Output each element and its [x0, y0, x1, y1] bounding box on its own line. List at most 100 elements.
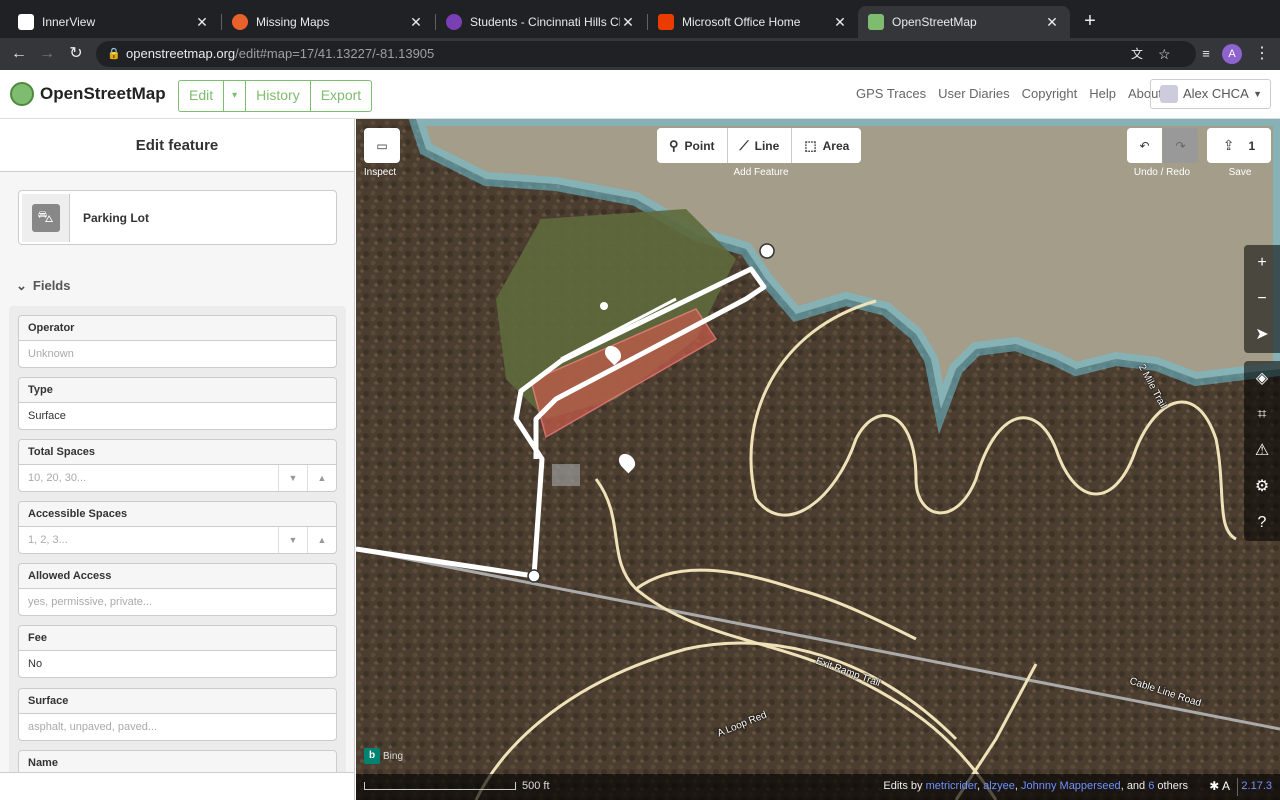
close-icon[interactable]: ✕ — [1044, 14, 1060, 31]
tab-office[interactable]: Microsoft Office Home ✕ — [648, 6, 858, 38]
increment-icon[interactable]: ▲ — [307, 527, 336, 553]
site-name: OpenStreetMap — [40, 84, 166, 103]
version-link[interactable]: 2.17.3 — [1241, 780, 1272, 792]
field-fee: Fee No — [18, 625, 337, 678]
background-layers-icon[interactable]: ◈ — [1244, 361, 1280, 397]
help-link[interactable]: Help — [1089, 86, 1116, 101]
inspect-toggle-button[interactable]: ▭ — [364, 128, 400, 163]
vertex-point[interactable] — [600, 302, 608, 310]
inspect-label: Inspect — [363, 167, 397, 178]
others-label: others — [1157, 780, 1188, 792]
students-favicon-icon — [446, 14, 462, 30]
field-type: Type Surface — [18, 377, 337, 430]
vertex-point[interactable] — [759, 243, 775, 259]
browser-menu-icon[interactable]: ⋮ — [1252, 44, 1272, 64]
edit-tools-group: Edit ▾ History Export — [178, 80, 373, 112]
line-label: Line — [754, 138, 780, 153]
history-button[interactable]: History — [246, 81, 311, 111]
user-menu-button[interactable]: Alex CHCA ▼ — [1150, 79, 1271, 109]
back-arrow-icon[interactable]: ← — [9, 44, 29, 64]
copyright-link[interactable]: Copyright — [1022, 86, 1078, 101]
increment-icon[interactable]: ▲ — [307, 465, 336, 491]
tab-title: Missing Maps — [256, 15, 330, 29]
help-icon[interactable]: ? — [1244, 505, 1280, 541]
upload-icon: ⇪ — [1222, 137, 1235, 153]
close-icon[interactable]: ✕ — [832, 14, 848, 31]
add-feature-toolbar: ⚲ Point ⟋ Line ⬚ Area — [657, 128, 862, 163]
allowed-access-input[interactable]: yes, permissive, private... — [19, 589, 336, 616]
tab-openstreetmap[interactable]: OpenStreetMap ✕ — [858, 6, 1070, 38]
close-icon[interactable]: ✕ — [408, 14, 424, 31]
issues-warning-icon[interactable]: ⚠ — [1244, 433, 1280, 469]
field-surface: Surface asphalt, unpaved, paved... — [18, 688, 337, 741]
export-button[interactable]: Export — [311, 81, 371, 111]
others-count-link[interactable]: 6 — [1148, 780, 1154, 792]
add-line-button[interactable]: ⟋ Line — [728, 128, 793, 163]
osm-logo[interactable]: OpenStreetMap — [10, 82, 166, 106]
close-icon[interactable]: ✕ — [194, 14, 210, 31]
chevron-down-icon: ▼ — [1253, 89, 1262, 99]
type-combo[interactable]: Surface — [19, 403, 336, 430]
parking-lot-preset-icon: ⛍ — [22, 194, 70, 242]
tab-title: Microsoft Office Home — [682, 15, 801, 29]
satellite-imagery — [356, 119, 1280, 800]
add-point-button[interactable]: ⚲ Point — [657, 128, 728, 163]
decrement-icon[interactable]: ▼ — [278, 465, 307, 491]
editor-link[interactable]: metricrider — [926, 780, 977, 792]
fee-combo[interactable]: No — [19, 651, 336, 678]
preset-selector[interactable]: ⛍ Parking Lot — [18, 190, 337, 245]
save-button[interactable]: ⇪ 1 — [1207, 128, 1271, 163]
tab-students[interactable]: Students - Cincinnati Hills Chri ✕ — [436, 6, 646, 38]
operator-input[interactable]: Unknown — [19, 341, 336, 368]
new-tab-plus-icon[interactable]: + — [1080, 10, 1100, 33]
preferences-icon[interactable]: ⚙ — [1244, 469, 1280, 505]
undo-button[interactable]: ↶ — [1127, 128, 1162, 163]
tab-title: InnerView — [42, 15, 96, 29]
save-count: 1 — [1248, 138, 1256, 153]
field-label: Fee — [19, 626, 336, 651]
zoom-out-button[interactable]: − — [1244, 281, 1280, 317]
edit-button[interactable]: Edit — [179, 81, 225, 111]
map-data-icon[interactable]: ⌗ — [1244, 397, 1280, 433]
tab-title: Students - Cincinnati Hills Chri — [470, 15, 620, 29]
field-label: Operator — [19, 316, 336, 341]
bing-logo-icon: b — [364, 748, 380, 764]
scale-bar[interactable] — [364, 782, 516, 790]
translate-icon[interactable]: 文 — [1131, 41, 1143, 67]
scale-label: 500 ft — [522, 780, 550, 792]
field-total-spaces: Total Spaces 10, 20, 30... ▼ ▲ — [18, 439, 337, 492]
profile-avatar[interactable]: A — [1222, 44, 1242, 64]
vertex-point[interactable] — [527, 569, 541, 583]
editor-link[interactable]: alzyee — [983, 780, 1015, 792]
field-allowed-access: Allowed Access yes, permissive, private.… — [18, 563, 337, 616]
user-diaries-link[interactable]: User Diaries — [938, 86, 1010, 101]
close-icon[interactable]: ✕ — [620, 14, 636, 31]
field-label: Total Spaces — [19, 440, 336, 465]
fields-heading: Fields — [32, 278, 71, 293]
field-label: Type — [19, 378, 336, 403]
decrement-icon[interactable]: ▼ — [278, 527, 307, 553]
geolocate-icon[interactable]: ➤ — [1244, 317, 1280, 353]
tab-innerview[interactable]: InnerView ✕ — [8, 6, 220, 38]
map-canvas[interactable]: ▭ Inspect ⚲ Point ⟋ Line ⬚ Area Add Feature… — [356, 119, 1280, 800]
zoom-in-button[interactable]: + — [1244, 245, 1280, 281]
browser-toolbar: ← → ↻ 🔒 openstreetmap.org/edit#map=17/41… — [0, 38, 1280, 70]
fields-section-toggle[interactable]: ⌄ Fields — [16, 278, 70, 294]
reading-list-icon[interactable]: ≡ — [1196, 44, 1216, 64]
address-bar[interactable]: 🔒 openstreetmap.org/edit#map=17/41.13227… — [96, 41, 1196, 67]
add-area-button[interactable]: ⬚ Area — [792, 128, 861, 163]
missing-maps-favicon-icon — [232, 14, 248, 30]
footer-tools-icon[interactable]: ✱ A — [1209, 779, 1230, 793]
surface-input[interactable]: asphalt, unpaved, paved... — [19, 714, 336, 741]
edit-dropdown-caret-icon[interactable]: ▾ — [224, 81, 247, 111]
editor-link[interactable]: Johnny Mapperseed — [1021, 780, 1121, 792]
gps-traces-link[interactable]: GPS Traces — [856, 86, 926, 101]
user-avatar-icon — [1160, 85, 1178, 103]
forward-arrow-icon[interactable]: → — [37, 44, 57, 64]
tab-missing-maps[interactable]: Missing Maps ✕ — [222, 6, 434, 38]
reload-icon[interactable]: ↻ — [66, 44, 86, 64]
redo-button[interactable]: ↷ — [1163, 128, 1198, 163]
map-pin-icon: ⚲ — [669, 137, 679, 153]
imagery-attribution[interactable]: b Bing — [364, 748, 403, 764]
star-bookmark-icon[interactable]: ☆ — [1158, 41, 1171, 67]
